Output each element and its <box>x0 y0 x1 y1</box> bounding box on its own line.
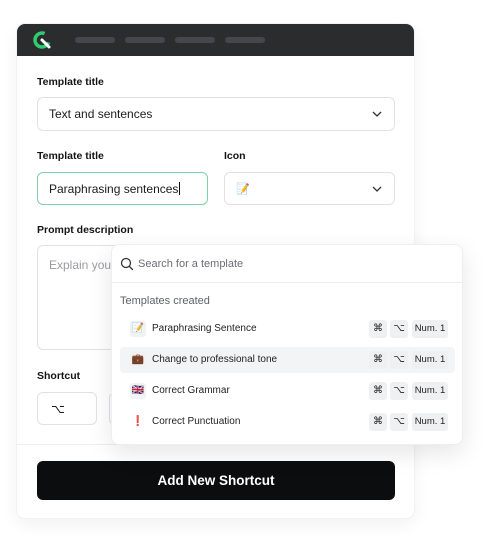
templates-created-heading: Templates created <box>120 295 210 307</box>
template-title-value: Text and sentences <box>49 107 153 121</box>
num-key-badge: Num. 1 <box>412 351 448 369</box>
template-name-input[interactable]: Paraphrasing sentences <box>37 172 208 205</box>
template-item-label: Paraphrasing Sentence <box>152 323 257 334</box>
add-new-shortcut-button[interactable]: Add New Shortcut <box>37 461 395 500</box>
icon-select[interactable]: 📝 <box>224 172 395 205</box>
num-key-badge: Num. 1 <box>412 320 448 338</box>
memo-icon: 📝 <box>236 183 250 195</box>
memo-icon: 📝 <box>130 321 146 337</box>
template-title-label: Template title <box>37 76 104 88</box>
app-logo-icon <box>33 31 51 49</box>
template-search-dropdown: Templates created 📝 Paraphrasing Sentenc… <box>111 244 463 445</box>
briefcase-icon: 💼 <box>130 352 146 368</box>
prompt-description-text: Explain your <box>49 258 116 272</box>
template-name-value: Paraphrasing sentences <box>49 181 179 196</box>
uk-flag-icon: 🇬🇧 <box>130 383 146 399</box>
text-caret <box>179 181 181 195</box>
num-key-badge: Num. 1 <box>412 413 448 431</box>
template-item-correct-punctuation[interactable]: ❗ Correct Punctuation ⌘ ⌥ Num. 1 <box>120 409 455 435</box>
titlebar-tab-placeholder[interactable] <box>225 37 265 43</box>
option-key-icon: ⌥ <box>390 382 408 400</box>
search-row <box>112 245 462 283</box>
shortcut-label: Shortcut <box>37 370 81 382</box>
chevron-down-icon <box>372 111 382 117</box>
template-item-label: Change to professional tone <box>152 354 278 365</box>
option-key-icon: ⌥ <box>51 401 65 416</box>
exclamation-icon: ❗ <box>131 416 145 427</box>
command-key-icon: ⌘ <box>369 382 387 400</box>
prompt-description-label: Prompt description <box>37 224 134 236</box>
option-key-icon: ⌥ <box>390 320 408 338</box>
shortcut-key-field[interactable]: ⌥ <box>37 392 97 425</box>
command-key-icon: ⌘ <box>369 351 387 369</box>
template-item-label: Correct Punctuation <box>152 416 241 427</box>
option-key-icon: ⌥ <box>390 413 408 431</box>
template-item-correct-grammar[interactable]: 🇬🇧 Correct Grammar ⌘ ⌥ Num. 1 <box>120 378 455 404</box>
titlebar-tab-placeholder[interactable] <box>175 37 215 43</box>
title-bar <box>17 24 414 56</box>
template-item-professional-tone[interactable]: 💼 Change to professional tone ⌘ ⌥ Num. 1 <box>120 347 455 373</box>
template-item-paraphrasing[interactable]: 📝 Paraphrasing Sentence ⌘ ⌥ Num. 1 <box>120 316 455 342</box>
template-search-input[interactable] <box>138 254 438 274</box>
command-key-icon: ⌘ <box>369 413 387 431</box>
template-title-select[interactable]: Text and sentences <box>37 97 395 131</box>
icon-label: Icon <box>224 150 246 162</box>
second-title-label: Template title <box>37 150 104 162</box>
template-item-label: Correct Grammar <box>152 385 230 396</box>
chevron-down-icon <box>372 186 382 192</box>
titlebar-tab-placeholder[interactable] <box>125 37 165 43</box>
option-key-icon: ⌥ <box>390 351 408 369</box>
num-key-badge: Num. 1 <box>412 382 448 400</box>
titlebar-tab-placeholder[interactable] <box>75 37 115 43</box>
search-icon <box>120 257 134 271</box>
command-key-icon: ⌘ <box>369 320 387 338</box>
